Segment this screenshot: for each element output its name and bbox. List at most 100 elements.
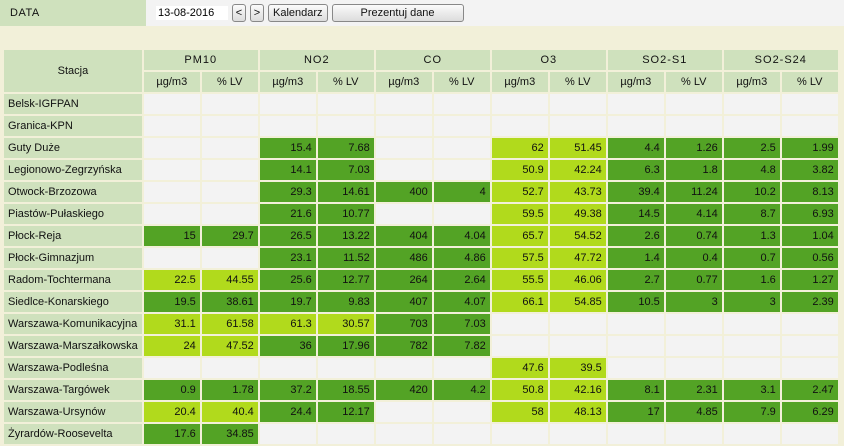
measurement-cell <box>433 204 490 224</box>
group-header: SO2-S24 <box>723 50 838 70</box>
group-header: NO2 <box>259 50 374 70</box>
station-name: Belsk-IGFPAN <box>4 94 142 114</box>
measurement-cell <box>143 138 200 158</box>
measurement-cell <box>433 94 490 114</box>
header-spacer <box>0 26 844 48</box>
measurement-cell <box>781 94 838 114</box>
measurement-cell <box>607 424 664 444</box>
measurement-cell: 39.5 <box>549 358 606 378</box>
table-row: Płock-Gimnazjum 23.1 11.52 486 4.86 57.5 47.72… <box>4 248 838 268</box>
measurement-cell: 55.5 <box>491 270 548 290</box>
measurement-cell <box>433 138 490 158</box>
measurement-cell <box>491 94 548 114</box>
station-name: Płock-Gimnazjum <box>4 248 142 268</box>
unit-header: % LV <box>781 72 838 92</box>
measurement-cell: 50.9 <box>491 160 548 180</box>
measurement-cell <box>143 94 200 114</box>
measurement-cell: 52.7 <box>491 182 548 202</box>
measurement-cell: 404 <box>375 226 432 246</box>
measurement-cell: 46.06 <box>549 270 606 290</box>
station-column-header: Stacja <box>4 50 142 92</box>
measurement-cell <box>723 358 780 378</box>
measurement-cell: 48.13 <box>549 402 606 422</box>
measurement-cell: 19.5 <box>143 292 200 312</box>
measurement-cell: 7.03 <box>317 160 374 180</box>
measurement-cell <box>665 94 722 114</box>
measurement-cell: 31.1 <box>143 314 200 334</box>
measurement-cell <box>665 336 722 356</box>
station-name: Guty Duże <box>4 138 142 158</box>
measurement-cell <box>549 116 606 136</box>
measurement-cell: 8.1 <box>607 380 664 400</box>
measurement-cell: 3.82 <box>781 160 838 180</box>
measurement-cell <box>433 116 490 136</box>
measurement-cell: 2.6 <box>607 226 664 246</box>
measurement-cell: 4.07 <box>433 292 490 312</box>
measurement-cell: 47.72 <box>549 248 606 268</box>
measurement-cell: 39.4 <box>607 182 664 202</box>
station-name: Warszawa-Podleśna <box>4 358 142 378</box>
measurement-cell <box>317 116 374 136</box>
measurement-cell <box>781 314 838 334</box>
date-input[interactable] <box>156 6 228 20</box>
measurement-cell: 47.6 <box>491 358 548 378</box>
measurement-cell: 2.39 <box>781 292 838 312</box>
measurement-cell: 42.16 <box>549 380 606 400</box>
measurement-cell: 10.77 <box>317 204 374 224</box>
measurement-cell: 12.17 <box>317 402 374 422</box>
measurement-cell: 54.52 <box>549 226 606 246</box>
measurement-cell: 10.5 <box>607 292 664 312</box>
group-header: O3 <box>491 50 606 70</box>
measurement-cell <box>549 424 606 444</box>
measurement-cell <box>375 424 432 444</box>
measurement-cell: 1.78 <box>201 380 258 400</box>
measurement-cell: 14.1 <box>259 160 316 180</box>
table-row: Warszawa-Komunikacyjna 31.1 61.58 61.3 30.57… <box>4 314 838 334</box>
measurement-cell <box>723 336 780 356</box>
measurement-cell: 2.31 <box>665 380 722 400</box>
measurement-cell <box>723 314 780 334</box>
measurement-cell <box>143 204 200 224</box>
station-name: Siedlce-Konarskiego <box>4 292 142 312</box>
measurement-cell <box>491 314 548 334</box>
table-row: Otwock-Brzozowa 29.3 14.61 400 4 52.7 43.73 39.… <box>4 182 838 202</box>
measurement-cell: 782 <box>375 336 432 356</box>
measurement-cell <box>375 116 432 136</box>
measurement-cell: 21.6 <box>259 204 316 224</box>
measurement-cell <box>723 94 780 114</box>
measurement-cell: 1.3 <box>723 226 780 246</box>
measurement-cell <box>723 424 780 444</box>
measurement-cell: 9.83 <box>317 292 374 312</box>
present-data-button[interactable]: Prezentuj dane <box>331 4 464 22</box>
measurement-cell: 61.58 <box>201 314 258 334</box>
next-day-button[interactable]: > <box>250 4 264 22</box>
measurement-cell: 2.64 <box>433 270 490 290</box>
prev-day-button[interactable]: < <box>232 4 246 22</box>
measurement-cell: 17.96 <box>317 336 374 356</box>
measurement-cell: 4 <box>433 182 490 202</box>
table-row: Legionowo-Zegrzyńska 14.1 7.03 50.9 42.24 6.3… <box>4 160 838 180</box>
calendar-button[interactable]: Kalendarz <box>268 4 328 22</box>
measurement-cell: 14.61 <box>317 182 374 202</box>
measurement-cell: 18.55 <box>317 380 374 400</box>
measurement-cell <box>607 94 664 114</box>
group-header: PM10 <box>143 50 258 70</box>
measurement-cell <box>549 94 606 114</box>
measurement-cell <box>375 160 432 180</box>
measurement-cell <box>665 116 722 136</box>
unit-header: µg/m3 <box>491 72 548 92</box>
measurement-cell: 17 <box>607 402 664 422</box>
measurement-cell: 420 <box>375 380 432 400</box>
measurement-cell: 1.8 <box>665 160 722 180</box>
measurement-cell: 43.73 <box>549 182 606 202</box>
measurement-cell <box>259 116 316 136</box>
measurement-cell: 22.5 <box>143 270 200 290</box>
measurement-cell: 11.52 <box>317 248 374 268</box>
measurement-cell: 1.4 <box>607 248 664 268</box>
measurement-cell: 6.93 <box>781 204 838 224</box>
unit-header: µg/m3 <box>375 72 432 92</box>
measurement-cell: 8.13 <box>781 182 838 202</box>
date-controls: < > Kalendarz Prezentuj dane <box>146 0 844 26</box>
measurement-cell: 2.5 <box>723 138 780 158</box>
date-bar: DATA < > Kalendarz Prezentuj dane <box>0 0 844 26</box>
